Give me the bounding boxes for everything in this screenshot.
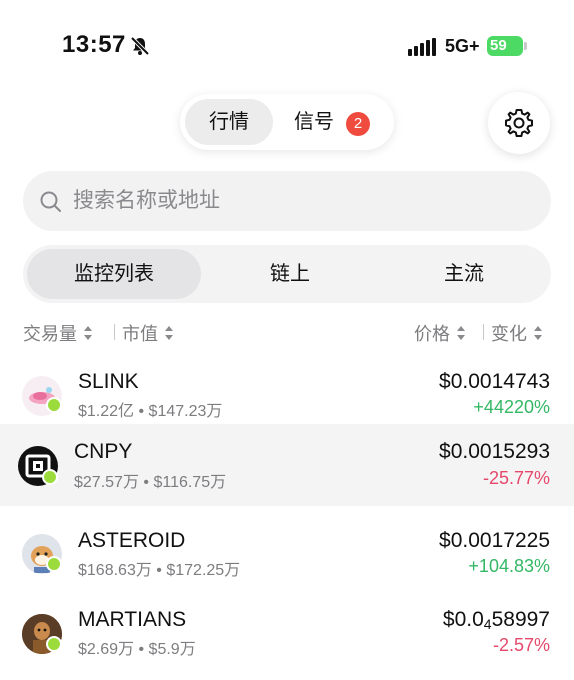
token-row-asteroid[interactable]: ASTEROID $168.63万 • $172.25万 $0.0017225 …	[0, 516, 574, 598]
status-bar: 13:57 5G+ 59	[0, 0, 574, 92]
sort-price[interactable]: 价格	[414, 320, 466, 346]
tab-mainstream[interactable]: 主流	[377, 245, 551, 303]
sort-change[interactable]: 变化	[491, 320, 543, 346]
status-time: 13:57	[62, 31, 126, 58]
token-market-cap: $5.9万	[148, 641, 196, 658]
token-change: -25.77%	[482, 468, 550, 488]
token-market-cap: $147.23万	[148, 403, 223, 420]
token-price: $0.0458997	[443, 608, 550, 632]
search-bar	[23, 171, 551, 231]
signals-count-badge: 2	[346, 112, 370, 136]
price-zero-count: 4	[483, 616, 492, 632]
token-symbol: ASTEROID	[78, 529, 186, 552]
token-symbol: CNPY	[74, 440, 133, 463]
token-change: +44220%	[473, 397, 550, 417]
token-symbol: MARTIANS	[78, 608, 187, 631]
network-label: 5G+	[445, 36, 480, 56]
sort-market-cap[interactable]: 市值	[122, 320, 174, 346]
signal-icon	[408, 38, 436, 56]
battery-cap	[524, 42, 527, 50]
divider	[483, 324, 484, 340]
chain-badge-icon	[46, 397, 62, 413]
sort-arrows-icon	[164, 326, 174, 340]
token-price: $0.0015293	[439, 440, 550, 463]
settings-button[interactable]	[488, 92, 550, 154]
price-prefix: $0.0	[442, 608, 484, 631]
tab-watchlist[interactable]: 监控列表	[27, 245, 201, 303]
search-input[interactable]	[73, 171, 533, 231]
sort-price-label: 价格	[414, 324, 450, 344]
token-price: $0.0014743	[439, 370, 550, 393]
token-volume: $2.69万	[78, 641, 135, 658]
token-market-cap: $172.25万	[166, 562, 241, 579]
battery-indicator: 59	[487, 36, 523, 56]
token-change: +104.83%	[468, 556, 550, 576]
token-volume: $27.57万	[74, 474, 139, 491]
divider	[114, 324, 115, 340]
sort-change-label: 变化	[491, 324, 527, 344]
token-change: -2.57%	[492, 635, 550, 655]
sort-volume[interactable]: 交易量	[23, 320, 93, 346]
token-row-martians[interactable]: MARTIANS $2.69万 • $5.9万 $0.0458997 -2.57…	[0, 592, 574, 674]
gear-icon	[505, 109, 533, 137]
bell-slash-icon	[130, 36, 150, 56]
tab-market[interactable]: 行情	[185, 99, 273, 145]
token-meta: $168.63万 • $172.25万	[78, 562, 241, 579]
token-meta: $27.57万 • $116.75万	[74, 474, 227, 491]
sort-arrows-icon	[83, 326, 93, 340]
search-icon	[40, 191, 61, 212]
sort-volume-label: 交易量	[23, 324, 77, 344]
tab-onchain[interactable]: 链上	[203, 245, 377, 303]
list-tabs: 监控列表 链上 主流	[23, 245, 551, 303]
token-price: $0.0017225	[439, 529, 550, 552]
token-volume: $168.63万	[78, 562, 152, 579]
token-meta: $1.22亿 • $147.23万	[78, 403, 223, 420]
sort-market-cap-label: 市值	[122, 324, 158, 344]
token-meta: $2.69万 • $5.9万	[78, 641, 196, 658]
sort-arrows-icon	[533, 326, 543, 340]
chain-badge-icon	[42, 469, 58, 485]
token-symbol: SLINK	[78, 370, 139, 393]
chain-badge-icon	[46, 636, 62, 652]
token-volume: $1.22亿	[78, 403, 135, 420]
token-row-cnpy[interactable]: CNPY $27.57万 • $116.75万 $0.0015293 -25.7…	[0, 424, 574, 506]
token-market-cap: $116.75万	[153, 474, 227, 491]
tab-signals[interactable]: 信号	[294, 99, 334, 145]
price-digits: 58997	[491, 608, 550, 631]
sort-arrows-icon	[456, 326, 466, 340]
chain-badge-icon	[46, 556, 62, 572]
sort-header: 交易量 市值 价格 变化	[23, 318, 551, 346]
